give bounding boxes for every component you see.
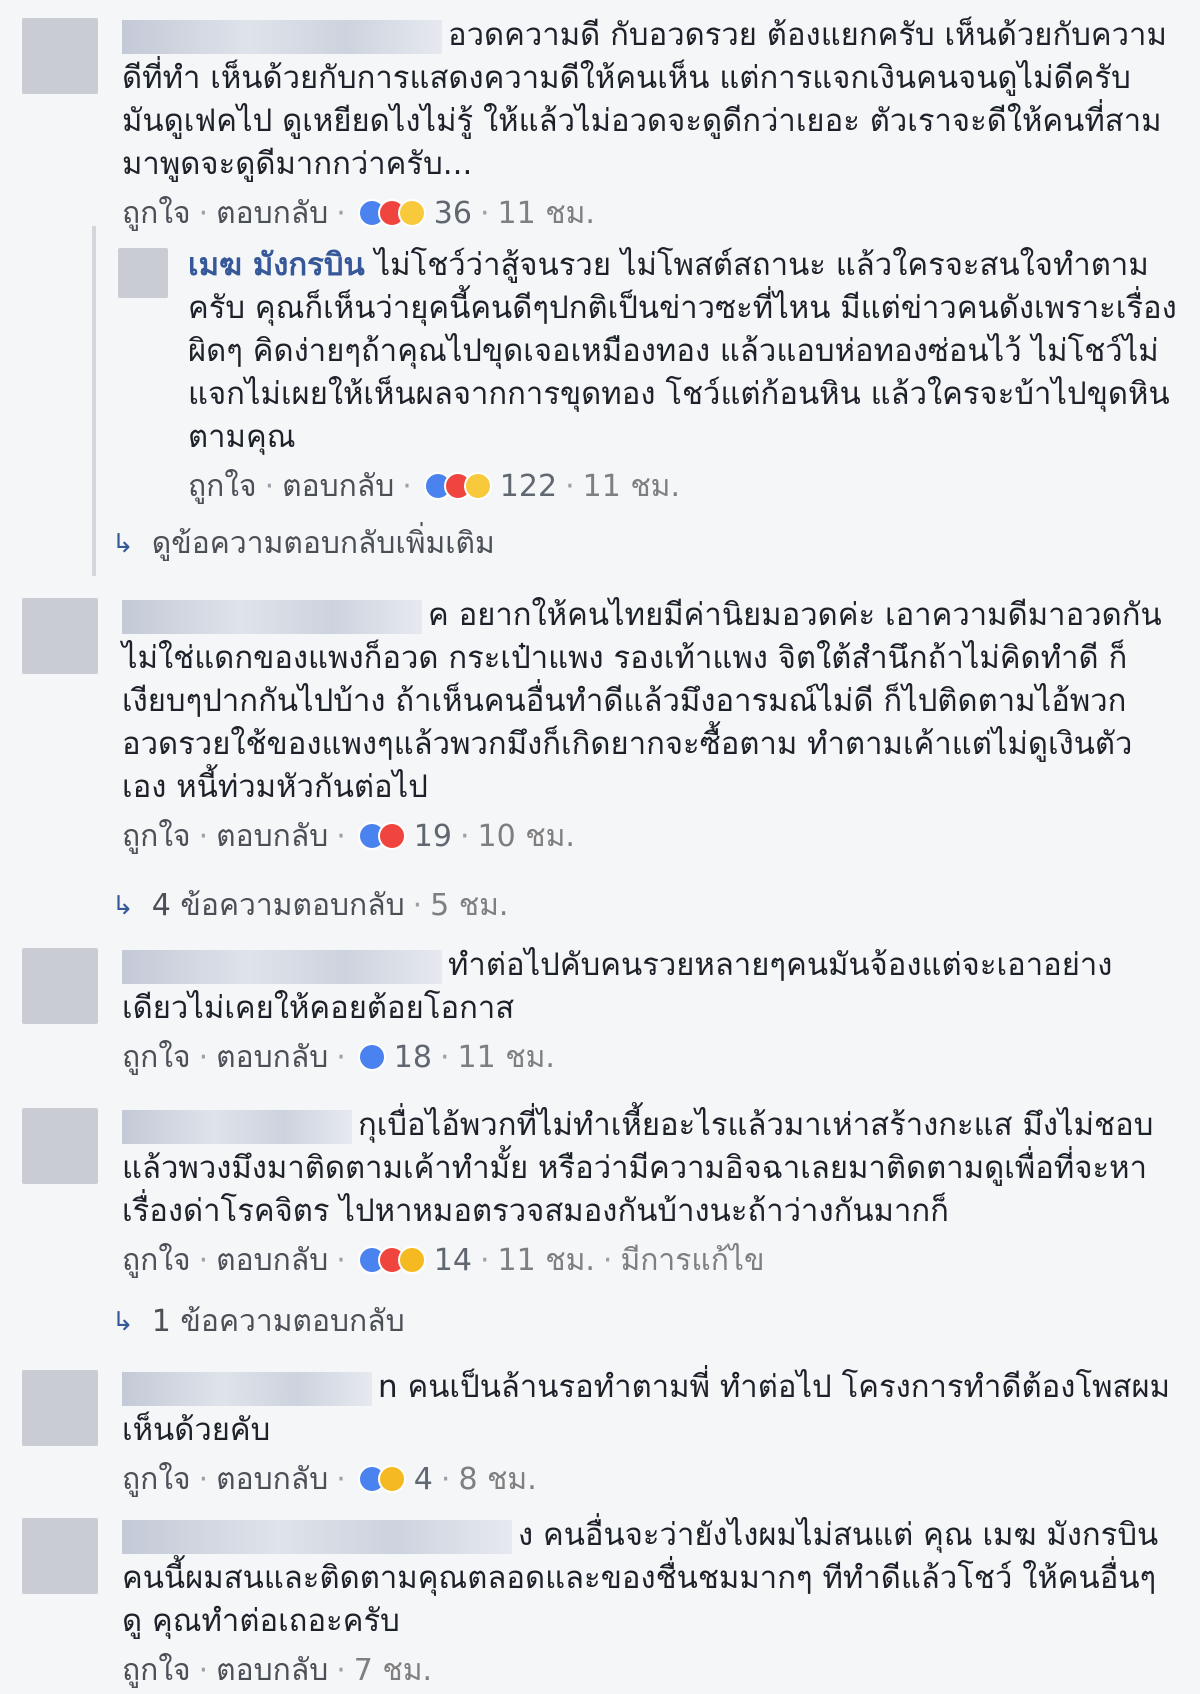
reply-link[interactable]: ตอบกลับ	[216, 813, 328, 860]
timestamp[interactable]: 8 ชม.	[458, 1456, 536, 1503]
timestamp[interactable]: 11 ชม.	[458, 1034, 555, 1081]
redacted-author	[122, 949, 442, 984]
reaction-count[interactable]: 122	[500, 469, 557, 504]
reaction-count[interactable]: 18	[394, 1040, 432, 1075]
timestamp[interactable]: 11 ชม.	[498, 1237, 595, 1284]
like-link[interactable]: ถูกใจ	[122, 1237, 191, 1284]
redacted-author	[122, 1109, 352, 1144]
reply-link[interactable]: ตอบกลับ	[216, 1034, 328, 1081]
wow-reaction-icon	[377, 1465, 406, 1493]
avatar[interactable]	[22, 598, 98, 674]
reaction-count[interactable]: 36	[434, 196, 472, 231]
comment-actions: ถูกใจ · ตอบกลับ · 7 ชม.	[122, 1647, 1172, 1693]
reaction-icons[interactable]	[423, 472, 492, 500]
reply-link[interactable]: ตอบกลับ	[216, 1456, 328, 1503]
reaction-count[interactable]: 4	[414, 1462, 433, 1497]
reaction-count[interactable]: 19	[414, 819, 452, 854]
comment-author[interactable]: เมฆ มังกรบิน	[188, 247, 365, 283]
redacted-author	[122, 19, 442, 54]
reply-link[interactable]: ตอบกลับ	[216, 1647, 328, 1694]
like-link[interactable]: ถูกใจ	[188, 463, 257, 510]
haha-reaction-icon	[397, 199, 426, 227]
edited-label[interactable]: มีการแก้ไข	[620, 1237, 764, 1284]
redacted-author	[122, 1371, 372, 1406]
view-replies[interactable]: ↳ 4 ข้อความตอบกลับ · 5 ชม.	[112, 882, 508, 929]
comment-actions: ถูกใจ · ตอบกลับ · 4 · 8 ชม.	[122, 1456, 1172, 1502]
avatar[interactable]	[22, 18, 98, 94]
reaction-icons[interactable]	[357, 199, 426, 227]
avatar[interactable]	[118, 248, 168, 298]
timestamp[interactable]: 10 ชม.	[478, 813, 575, 860]
reaction-icons[interactable]	[357, 1465, 406, 1493]
reaction-icons[interactable]	[357, 822, 406, 850]
reply-arrow-icon: ↳	[112, 528, 134, 559]
reply-arrow-icon: ↳	[112, 890, 134, 921]
reaction-count[interactable]: 14	[434, 1243, 472, 1278]
view-replies[interactable]: ↳ 1 ข้อความตอบกลับ	[112, 1298, 405, 1345]
like-link[interactable]: ถูกใจ	[122, 813, 191, 860]
like-reaction-icon	[357, 1043, 386, 1071]
view-more-replies[interactable]: ↳ ดูข้อความตอบกลับเพิ่มเติม	[112, 520, 495, 567]
haha-reaction-icon	[463, 472, 492, 500]
reaction-icons[interactable]	[357, 1043, 386, 1071]
reaction-icons[interactable]	[357, 1246, 426, 1274]
comment-actions: ถูกใจ · ตอบกลับ · 122 · 11 ชม.	[188, 463, 1178, 509]
like-link[interactable]: ถูกใจ	[122, 190, 191, 237]
comment-actions: ถูกใจ · ตอบกลับ · 18 · 11 ชม.	[122, 1034, 1172, 1080]
redacted-author	[122, 1519, 512, 1554]
timestamp: 5 ชม.	[430, 888, 509, 923]
redacted-author	[122, 599, 422, 634]
like-link[interactable]: ถูกใจ	[122, 1456, 191, 1503]
comment-actions: ถูกใจ · ตอบกลับ · 14 · 11 ชม. · มีการแก้…	[122, 1237, 1172, 1283]
avatar[interactable]	[22, 948, 98, 1024]
comment-actions: ถูกใจ · ตอบกลับ · 36 · 11 ชม.	[122, 190, 1172, 236]
avatar[interactable]	[22, 1108, 98, 1184]
like-link[interactable]: ถูกใจ	[122, 1647, 191, 1694]
avatar[interactable]	[22, 1518, 98, 1594]
reply-link[interactable]: ตอบกลับ	[282, 463, 394, 510]
timestamp[interactable]: 7 ชม.	[354, 1647, 432, 1694]
love-reaction-icon	[377, 822, 406, 850]
timestamp[interactable]: 11 ชม.	[498, 190, 595, 237]
timestamp[interactable]: 11 ชม.	[583, 463, 680, 510]
like-link[interactable]: ถูกใจ	[122, 1034, 191, 1081]
reply-arrow-icon: ↳	[112, 1306, 134, 1337]
comment-actions: ถูกใจ · ตอบกลับ · 19 · 10 ชม.	[122, 813, 1172, 859]
reply-link[interactable]: ตอบกลับ	[216, 190, 328, 237]
reply-link[interactable]: ตอบกลับ	[216, 1237, 328, 1284]
wow-reaction-icon	[397, 1246, 426, 1274]
avatar[interactable]	[22, 1370, 98, 1446]
